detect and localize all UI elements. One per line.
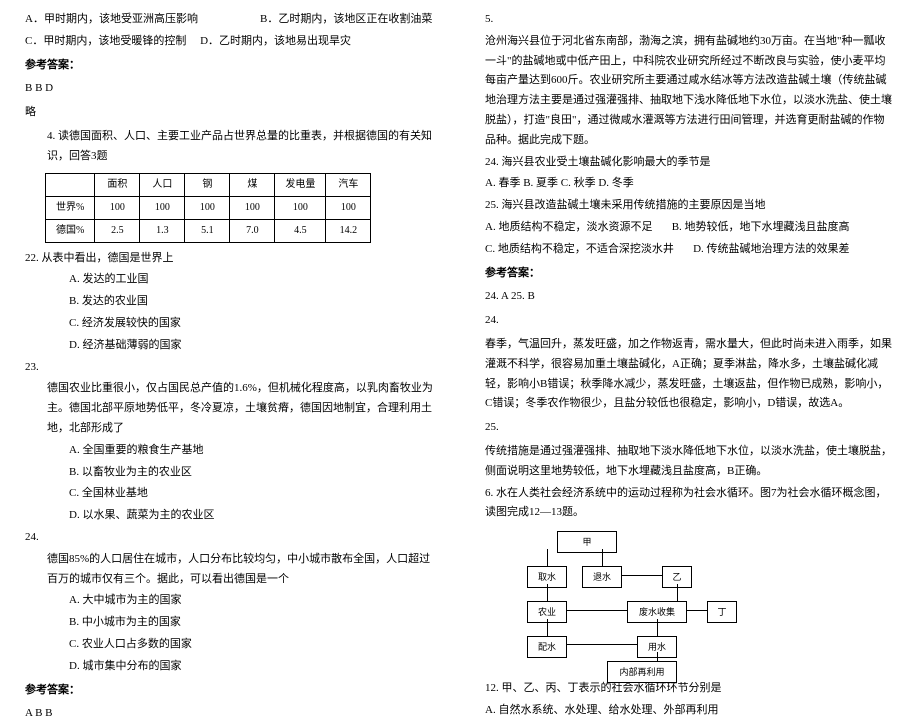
r2-5: 4.5 <box>275 219 326 242</box>
r1-3: 100 <box>185 196 230 219</box>
answer-label-2: 参考答案： <box>25 681 435 701</box>
option-b: B．乙时期内，该地区正在收割油菜 <box>260 10 432 30</box>
q22a: A. 发达的工业国 <box>25 270 435 290</box>
box-jia: 甲 <box>557 531 617 553</box>
q4-title: 4. 读德国面积、人口、主要工业产品占世界总量的比重表，并根据德国的有关知识，回… <box>25 127 435 167</box>
r1-1: 100 <box>95 196 140 219</box>
r2-4: 7.0 <box>230 219 275 242</box>
r1-4: 100 <box>230 196 275 219</box>
q25r-a: A. 地质结构不稳定，淡水资源不足 <box>485 221 652 233</box>
q23a: A. 全国重要的粮食生产基地 <box>25 441 435 461</box>
box-peishui: 配水 <box>527 636 567 658</box>
exp24-label: 24. <box>485 311 895 331</box>
q24b: B. 中小城市为主的国家 <box>25 613 435 633</box>
r1-5: 100 <box>275 196 326 219</box>
r2-0: 德国% <box>46 219 95 242</box>
q5: 5. <box>485 10 895 30</box>
exp25: 传统措施是通过强灌强排、抽取地下淡水降低地下水位，以淡水洗盐，使土壤脱盐，侧面说… <box>485 442 895 482</box>
r1-0: 世界% <box>46 196 95 219</box>
q24-desc: 德国85%的人口居住在城市，人口分布比较均匀，中小城市散布全国，人口超过百万的城… <box>25 550 435 590</box>
r2-1: 2.5 <box>95 219 140 242</box>
germany-table: 面积 人口 钢 煤 发电量 汽车 世界% 100 100 100 100 100… <box>45 173 371 243</box>
q22c: C. 经济发展较快的国家 <box>25 314 435 334</box>
box-tuishui: 退水 <box>582 566 622 588</box>
q12: 12. 甲、乙、丙、丁表示的社会水循环环节分别是 <box>485 679 895 699</box>
answer-label-1: 参考答案： <box>25 56 435 76</box>
q25r-d: D. 传统盐碱地治理方法的效果差 <box>693 243 849 255</box>
q23b: B. 以畜牧业为主的农业区 <box>25 463 435 483</box>
r1-2: 100 <box>140 196 185 219</box>
q24a: A. 大中城市为主的国家 <box>25 591 435 611</box>
th-coal: 煤 <box>230 173 275 196</box>
th-area: 面积 <box>95 173 140 196</box>
q24r: 24. 海兴县农业受土壤盐碱化影响最大的季节是 <box>485 153 895 173</box>
q24: 24. <box>25 528 435 548</box>
q25r-b: B. 地势较低，地下水埋藏浅且盐度高 <box>672 221 850 233</box>
th-pop: 人口 <box>140 173 185 196</box>
exp25-label: 25. <box>485 418 895 438</box>
answer-value-3: 24. A 25. B <box>485 287 895 307</box>
q25r-row1: A. 地质结构不稳定，淡水资源不足 B. 地势较低，地下水埋藏浅且盐度高 <box>485 218 895 238</box>
q25r-c: C. 地质结构不稳定，不适合深挖淡水井 <box>485 243 674 255</box>
th-car: 汽车 <box>326 173 371 196</box>
q23: 23. <box>25 358 435 378</box>
q6: 6. 水在人类社会经济系统中的运动过程称为社会水循环。图7为社会水循环概念图，读… <box>485 484 895 524</box>
answer-label-3: 参考答案： <box>485 264 895 284</box>
r2-3: 5.1 <box>185 219 230 242</box>
q23d: D. 以水果、蔬菜为主的农业区 <box>25 506 435 526</box>
answer-value-2: A B B <box>25 704 435 724</box>
q24d: D. 城市集中分布的国家 <box>25 657 435 677</box>
th-power: 发电量 <box>275 173 326 196</box>
water-cycle-diagram: 甲 取水 退水 乙 农业 废水收集 丁 配水 用水 内部再利用 <box>507 531 787 671</box>
box-neibu: 内部再利用 <box>607 661 677 683</box>
q22d: D. 经济基础薄弱的国家 <box>25 336 435 356</box>
box-ding: 丁 <box>707 601 737 623</box>
r1-6: 100 <box>326 196 371 219</box>
r2-2: 1.3 <box>140 219 185 242</box>
q22b: B. 发达的农业国 <box>25 292 435 312</box>
q12a: A. 自然水系统、水处理、给水处理、外部再利用 <box>485 701 895 721</box>
th-steel: 钢 <box>185 173 230 196</box>
answer-value-1: B B D <box>25 79 435 99</box>
q5-desc: 沧州海兴县位于河北省东南部，渤海之滨，拥有盐碱地约30万亩。在当地"种一瓢收一斗… <box>485 32 895 151</box>
q24r-opts: A. 春季 B. 夏季 C. 秋季 D. 冬季 <box>485 174 895 194</box>
right-column: 5. 沧州海兴县位于河北省东南部，渤海之滨，拥有盐碱地约30万亩。在当地"种一瓢… <box>460 10 920 641</box>
q25r: 25. 海兴县改造盐碱土壤未采用传统措施的主要原因是当地 <box>485 196 895 216</box>
option-c-text: C．甲时期内，该地受暖锋的控制 <box>25 35 186 47</box>
left-column: A．甲时期内，该地受亚洲高压影响 C．甲时期内，该地受暖锋的控制 D．乙时期内，… <box>0 10 460 641</box>
q25r-row2: C. 地质结构不稳定，不适合深挖淡水井 D. 传统盐碱地治理方法的效果差 <box>485 240 895 260</box>
th-blank <box>46 173 95 196</box>
exp24: 春季，气温回升，蒸发旺盛，加之作物返青，需水量大，但此时尚未进入雨季，如果灌溉不… <box>485 335 895 414</box>
lue: 略 <box>25 103 435 123</box>
r2-6: 14.2 <box>326 219 371 242</box>
q23-desc: 德国农业比重很小，仅占国民总产值的1.6%，但机械化程度高，以乳肉畜牧业为主。德… <box>25 379 435 438</box>
q22: 22. 从表中看出，德国是世界上 <box>25 249 435 269</box>
option-d-text: D．乙时期内，该地易出现旱灾 <box>200 35 351 47</box>
q23c: C. 全国林业基地 <box>25 484 435 504</box>
option-c: C．甲时期内，该地受暖锋的控制 D．乙时期内，该地易出现旱灾 <box>25 32 435 52</box>
q24c: C. 农业人口占多数的国家 <box>25 635 435 655</box>
